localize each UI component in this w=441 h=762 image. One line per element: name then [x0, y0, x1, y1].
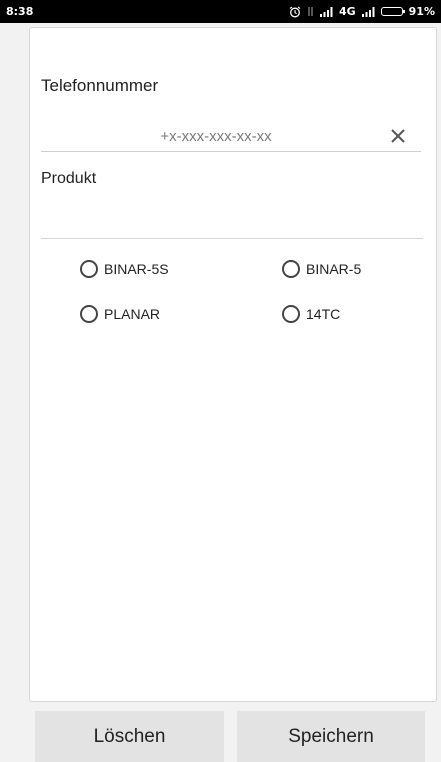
product-divider — [41, 238, 423, 239]
radio-label: PLANAR — [104, 306, 161, 322]
status-icons: 4G 91% — [289, 5, 435, 18]
radio-label: BINAR-5S — [104, 261, 169, 277]
signal-icon — [319, 6, 333, 17]
radio-circle-icon — [282, 305, 300, 323]
form-card: Telefonnummer Produkt BINAR-5S BINAR-5 P… — [29, 27, 437, 702]
data-arrows-icon — [307, 6, 314, 17]
radio-label: BINAR-5 — [306, 261, 362, 277]
delete-button[interactable]: Löschen — [35, 711, 224, 762]
battery-icon — [380, 7, 405, 16]
phone-input[interactable] — [41, 122, 421, 152]
signal-icon-2 — [361, 6, 375, 17]
radio-binar-5[interactable]: BINAR-5 — [282, 260, 361, 278]
network-type: 4G — [338, 5, 356, 18]
status-bar: 8:38 4G 91% — [0, 0, 441, 23]
radio-circle-icon — [282, 260, 300, 278]
alarm-icon — [289, 6, 301, 18]
radio-14tc[interactable]: 14TC — [282, 305, 340, 323]
battery-percent: 91% — [408, 5, 435, 18]
radio-planar[interactable]: PLANAR — [80, 305, 160, 323]
radio-circle-icon — [80, 260, 98, 278]
product-label: Produkt — [41, 170, 97, 187]
radio-circle-icon — [80, 305, 98, 323]
close-icon[interactable] — [387, 125, 409, 147]
status-time: 8:38 — [6, 5, 34, 18]
phone-label: Telefonnummer — [41, 76, 159, 95]
radio-binar-5s[interactable]: BINAR-5S — [80, 260, 169, 278]
radio-label: 14TC — [306, 306, 341, 322]
save-button[interactable]: Speichern — [237, 711, 425, 762]
